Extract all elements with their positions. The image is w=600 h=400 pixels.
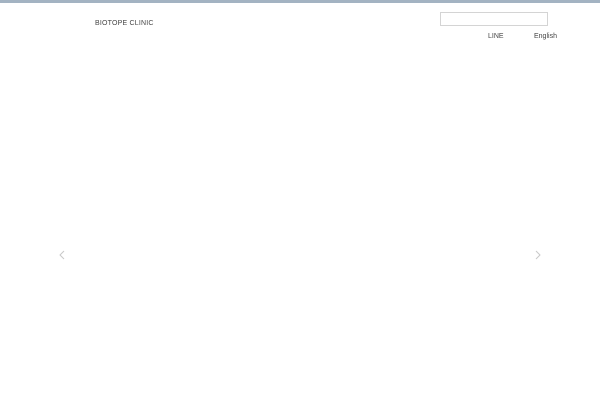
search-input[interactable] (440, 12, 548, 26)
slider-next-button[interactable] (532, 247, 544, 263)
chevron-left-icon (59, 250, 65, 260)
top-accent-bar (0, 0, 600, 3)
slider-prev-button[interactable] (56, 247, 68, 263)
nav-link-english[interactable]: English (534, 33, 557, 40)
nav-link-line[interactable]: LINE (488, 33, 504, 40)
chevron-right-icon (535, 250, 541, 260)
site-logo[interactable]: BIOTOPE CLINIC (95, 20, 154, 27)
